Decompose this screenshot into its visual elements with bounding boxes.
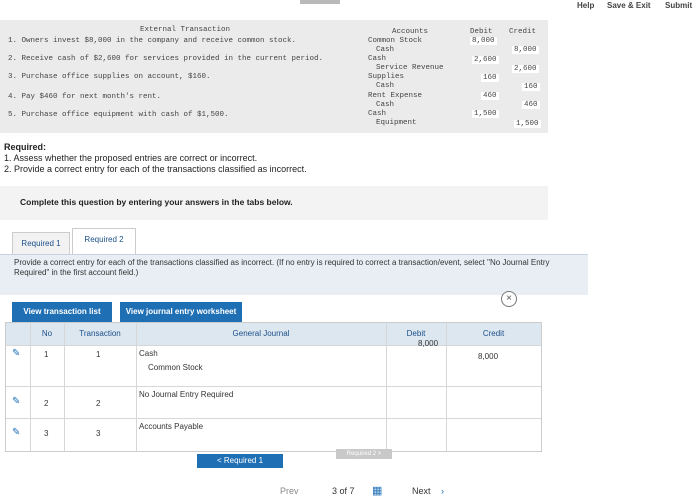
debit-field[interactable]: 8,000	[418, 339, 438, 348]
required-item-2: 2. Provide a correct entry for each of t…	[4, 164, 307, 174]
row-divider	[6, 345, 541, 346]
page-indicator: 3 of 7	[332, 486, 355, 496]
transaction-5: 5. Purchase office equipment with cash o…	[8, 111, 229, 119]
account-cash: Cash	[368, 110, 387, 118]
column-header-credit: Credit	[446, 323, 541, 345]
help-link[interactable]: Help	[577, 1, 594, 10]
external-transaction-title: External Transaction	[140, 26, 231, 34]
column-divider	[30, 323, 31, 451]
edit-pencil-icon[interactable]: ✎	[12, 427, 20, 438]
account-field[interactable]: Accounts Payable	[139, 422, 203, 431]
submit-link[interactable]: Submit	[665, 1, 692, 10]
column-header-blank	[6, 323, 30, 345]
tab-required-1[interactable]: Required 1	[12, 232, 70, 256]
row-transaction: 1	[96, 350, 101, 359]
account-cash: Cash	[376, 82, 395, 90]
column-divider	[386, 323, 387, 451]
required-1-nav-button[interactable]: < Required 1	[197, 454, 283, 468]
debit-value: 460	[481, 92, 499, 100]
row-no: 1	[44, 350, 49, 359]
edit-pencil-icon[interactable]: ✎	[12, 396, 20, 407]
row-no: 3	[44, 429, 49, 438]
column-divider	[64, 323, 65, 451]
journal-table: No Transaction General Journal Debit Cre…	[5, 322, 542, 452]
accounts-header: Accounts	[392, 28, 429, 36]
debit-value: 8,000	[470, 37, 497, 45]
account-equipment: Equipment	[376, 119, 417, 127]
top-bar	[0, 0, 700, 14]
column-header-transaction: Transaction	[64, 323, 136, 345]
debit-value: 1,500	[472, 110, 499, 118]
row-divider	[6, 418, 541, 419]
required-item-1: 1. Assess whether the proposed entries a…	[4, 153, 258, 163]
column-divider	[136, 323, 137, 451]
credit-header: Credit	[509, 28, 537, 36]
account-field[interactable]: No Journal Entry Required	[139, 390, 233, 399]
next-button[interactable]: Next	[412, 486, 431, 496]
view-transaction-list-button[interactable]: View transaction list	[12, 302, 112, 322]
column-header-no: No	[30, 323, 64, 345]
chevron-right-icon[interactable]: ›	[441, 486, 444, 496]
account-supplies: Supplies	[368, 73, 405, 81]
top-scroll-indicator	[300, 0, 340, 4]
tab-required-2[interactable]: Required 2	[72, 228, 136, 256]
credit-value: 1,500	[514, 120, 541, 128]
credit-value: 8,000	[512, 46, 539, 54]
row-transaction: 3	[96, 429, 101, 438]
debit-value: 2,600	[472, 56, 499, 64]
view-journal-worksheet-button[interactable]: View journal entry worksheet	[120, 302, 242, 322]
column-header-general-journal: General Journal	[136, 323, 386, 345]
complete-question-text: Complete this question by entering your …	[20, 197, 293, 207]
debit-value: 160	[481, 74, 499, 82]
account-cash: Cash	[368, 55, 387, 63]
debit-header: Debit	[470, 28, 493, 36]
account-cash: Cash	[376, 46, 395, 54]
account-cash: Cash	[376, 101, 395, 109]
edit-pencil-icon[interactable]: ✎	[12, 348, 20, 359]
grid-icon[interactable]: ▦	[372, 484, 382, 497]
transaction-2: 2. Receive cash of $2,600 for services p…	[8, 55, 324, 63]
row-transaction: 2	[96, 399, 101, 408]
row-no: 2	[44, 399, 49, 408]
account-common-stock: Common Stock	[368, 37, 423, 45]
credit-value: 160	[522, 83, 540, 91]
credit-value: 460	[522, 101, 540, 109]
row-divider	[6, 386, 541, 387]
transaction-4: 4. Pay $460 for next month's rent.	[8, 93, 162, 101]
account-service-revenue: Service Revenue	[376, 64, 444, 72]
credit-value: 2,600	[512, 65, 539, 73]
account-field[interactable]: Cash	[139, 349, 158, 358]
transaction-3: 3. Purchase office supplies on account, …	[8, 73, 211, 81]
column-divider	[446, 323, 447, 451]
instruction-text: Provide a correct entry for each of the …	[14, 258, 550, 277]
prev-button[interactable]: Prev	[280, 486, 299, 496]
credit-field[interactable]: 8,000	[478, 352, 498, 361]
transaction-1: 1. Owners invest $8,000 in the company a…	[8, 37, 297, 45]
required-heading: Required:	[4, 142, 47, 152]
close-icon[interactable]: ×	[501, 291, 517, 307]
account-rent-expense: Rent Expense	[368, 92, 423, 100]
account-field[interactable]: Common Stock	[148, 363, 203, 372]
save-exit-link[interactable]: Save & Exit	[607, 1, 651, 10]
required-2-nav-button[interactable]: Required 2 >	[336, 449, 392, 459]
